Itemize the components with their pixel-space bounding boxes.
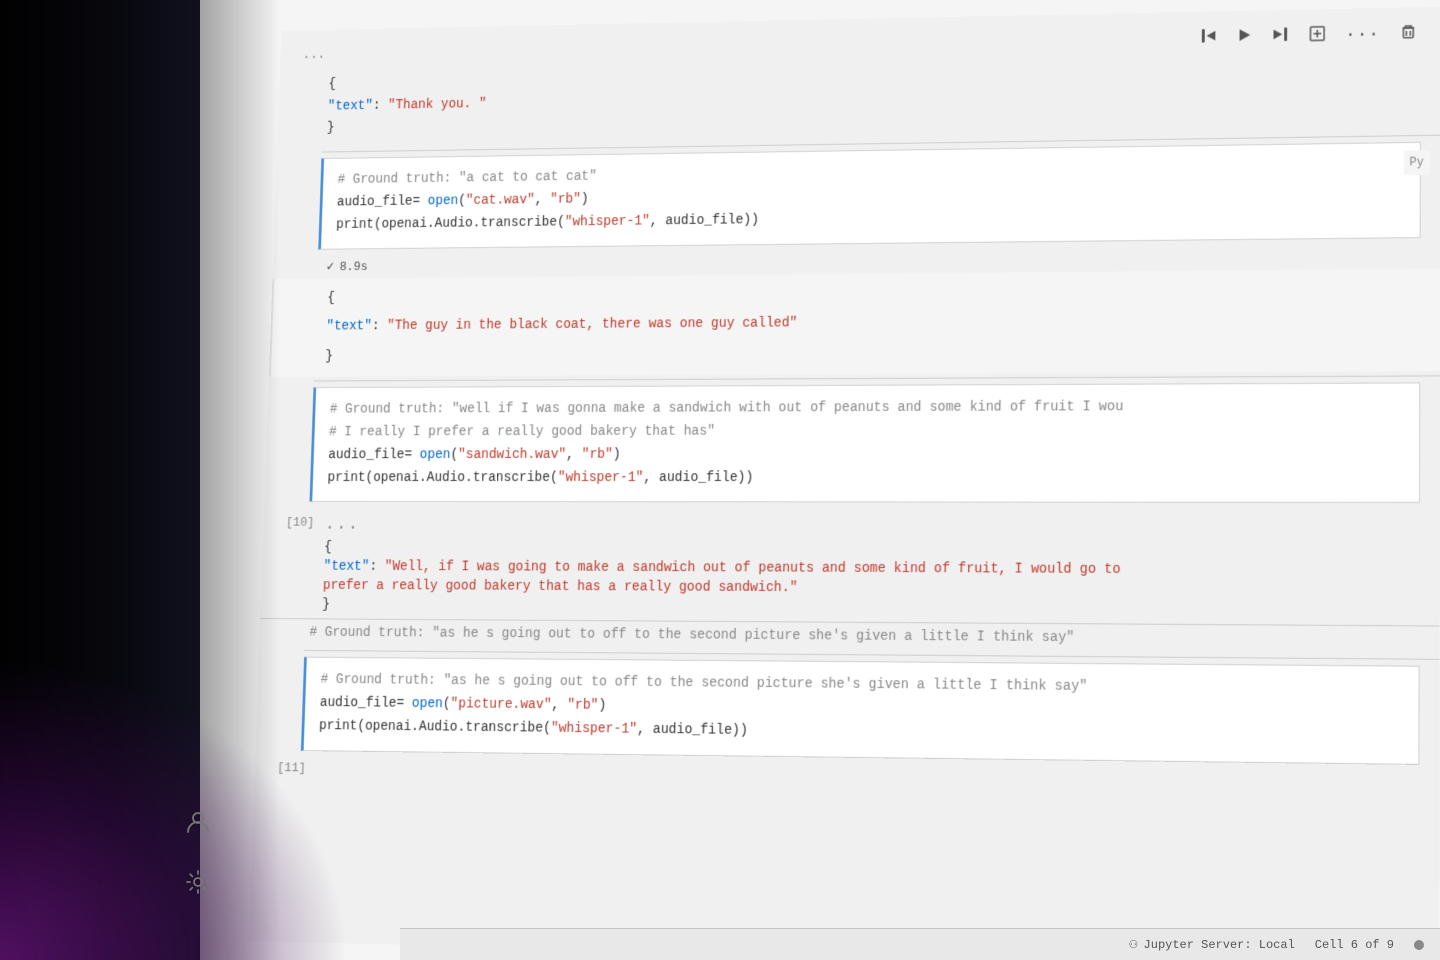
delete-button[interactable] [1396,19,1422,50]
server-label: Jupyter Server: Local [1144,938,1295,952]
run-above-button[interactable] [1196,23,1221,53]
exec-time-value: 8.9s [339,259,368,273]
add-cell-button[interactable] [1304,21,1330,52]
separator-2 [314,376,1440,382]
output-num-10: [10] [278,515,315,529]
output-cell-cat: { "text": "The guy in the black coat, th… [269,268,1440,377]
output-text-cat: "text": "The guy in the black coat, ther… [326,300,1421,346]
code-line-comment-sandwich-1: # Ground truth: "well if I was gonna mak… [329,396,1403,423]
output-area-sandwich: [10] ... { "text": "Well, if I was going… [260,508,1440,626]
kernel-indicator [1414,940,1424,950]
notebook-area: ··· ... { "text": "Thank [200,0,1440,960]
run-button[interactable] [1232,23,1255,51]
user-icon[interactable] [180,804,216,840]
server-info: ⚇ Jupyter Server: Local [1129,936,1295,953]
code-cell-sandwich[interactable]: # Ground truth: "well if I was gonna mak… [309,383,1420,504]
more-button[interactable]: ··· [1341,21,1384,49]
run-below-button[interactable] [1267,22,1292,52]
wide-output-picture: # Ground truth: "as he s going out to of… [259,618,1439,655]
code-line-print-sandwich: print(openai.Audio.transcribe("whisper-1… [327,467,1403,491]
sidebar [180,804,216,900]
wide-comment-picture: # Ground truth: "as he s going out to of… [309,625,1074,646]
output-dots: ... [321,512,1440,542]
link-icon: ⚇ [1129,936,1137,953]
code-line-comment-sandwich-2: # I really I prefer a really good bakery… [329,419,1404,444]
code-line-audio-sandwich: audio_file= open("sandwich.wav", "rb") [328,443,1403,467]
status-bar: ⚇ Jupyter Server: Local Cell 6 of 9 [400,928,1440,960]
code-cell-picture[interactable]: # Ground truth: "as he s going out to of… [301,657,1420,765]
cell-toolbar: ··· [1196,19,1422,53]
output-content-sandwich: ... { "text": "Well, if I was going to m… [318,512,1440,622]
cell-count: Cell 6 of 9 [1315,938,1394,952]
top-partial-section: ··· ... { "text": "Thank [277,7,1440,149]
output-num-11: [11] [269,760,306,775]
code-cell-cat[interactable]: # Ground truth: "a cat to cat cat" audio… [318,142,1421,249]
notebook-content: ··· ... { "text": "Thank [249,7,1440,960]
language-label: Py [1404,151,1430,175]
settings-icon[interactable] [180,864,216,900]
